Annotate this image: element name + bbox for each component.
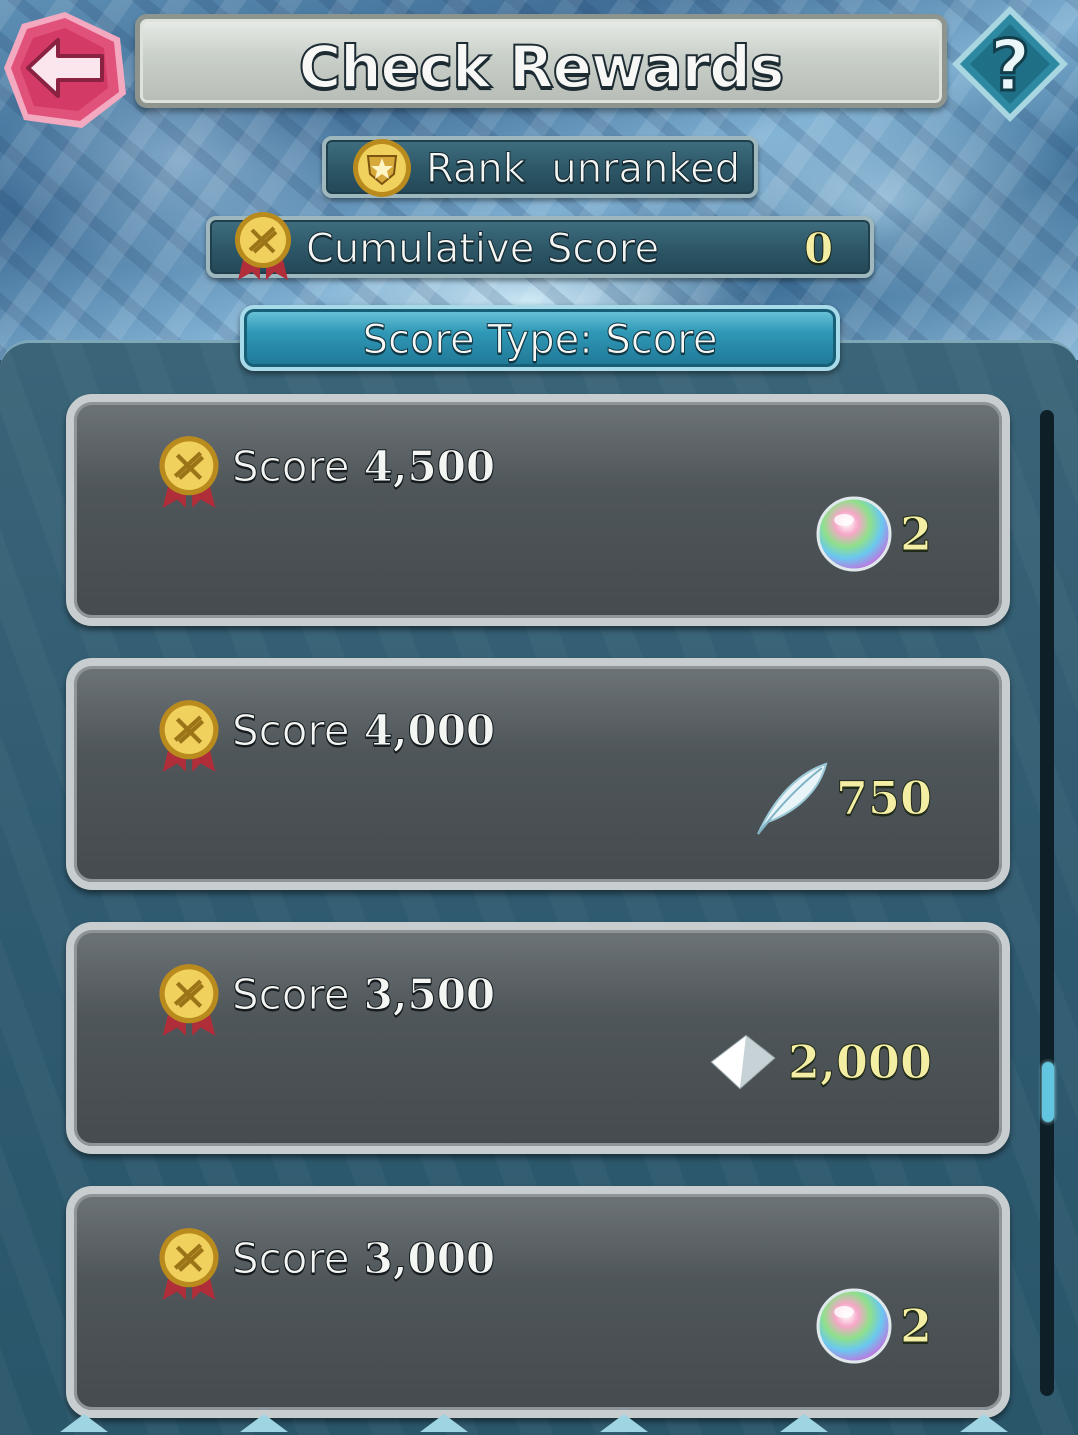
bottom-divider [60, 1414, 1008, 1432]
score-medal-icon [159, 436, 219, 508]
score-medal-icon [235, 212, 291, 280]
reward-card: Score 4,500 2 [66, 394, 1010, 626]
cumulative-score-value: 0 [803, 224, 834, 274]
reward-threshold-value: 4,000 [363, 706, 496, 756]
scrollbar-thumb[interactable] [1042, 1062, 1054, 1122]
feather-icon [757, 762, 828, 835]
help-button[interactable]: ? [946, 2, 1074, 126]
reward-card: Score 3,000 2 [66, 1186, 1010, 1418]
reward-threshold-value: 4,500 [363, 442, 496, 492]
score-medal-icon [159, 700, 219, 772]
reward-threshold: Score 4,000 [232, 706, 496, 756]
title-banner: Check Rewards [135, 14, 947, 108]
rank-shield-icon [353, 139, 411, 197]
reward-threshold-label: Score [232, 1234, 351, 1284]
rank-label: Rank [426, 146, 527, 193]
reward-threshold-value: 3,500 [363, 970, 496, 1020]
reward-threshold: Score 3,000 [232, 1234, 496, 1284]
reward-quantity: 750 [835, 771, 932, 826]
reward-item: 750 [750, 758, 933, 838]
reward-quantity: 2 [899, 1299, 932, 1354]
reward-card: Score 3,500 2,000 [66, 922, 1010, 1154]
back-arrow-icon [4, 12, 126, 128]
scrollbar-track[interactable] [1040, 410, 1054, 1396]
reward-threshold-label: Score [232, 706, 351, 756]
page-title: Check Rewards [298, 32, 786, 102]
reward-threshold-label: Score [232, 442, 351, 492]
crystal-icon [710, 1034, 776, 1090]
orb-icon [816, 496, 892, 572]
reward-item: 2,000 [702, 1022, 933, 1102]
score-type-button[interactable]: Score Type: Score [240, 305, 840, 371]
rank-display: Rank unranked [322, 136, 758, 198]
rank-value: unranked [551, 146, 741, 193]
reward-quantity: 2 [899, 507, 932, 562]
score-medal-icon [159, 1228, 219, 1300]
reward-threshold: Score 3,500 [232, 970, 496, 1020]
cumulative-score-label: Cumulative Score [305, 226, 660, 273]
reward-threshold-label: Score [232, 970, 351, 1020]
reward-card: Score 4,000 750 [66, 658, 1010, 890]
cumulative-score-display: Cumulative Score 0 [206, 212, 874, 280]
svg-text:?: ? [990, 25, 1031, 107]
reward-threshold: Score 4,500 [232, 442, 496, 492]
help-question-icon: ? [952, 6, 1068, 122]
reward-item: 2 [814, 1286, 933, 1366]
reward-quantity: 2,000 [787, 1035, 932, 1090]
reward-item: 2 [814, 494, 933, 574]
reward-threshold-value: 3,000 [363, 1234, 496, 1284]
score-medal-icon [159, 964, 219, 1036]
back-button[interactable] [0, 8, 130, 132]
orb-icon [816, 1288, 892, 1364]
score-type-label: Score Type: Score [362, 317, 718, 364]
